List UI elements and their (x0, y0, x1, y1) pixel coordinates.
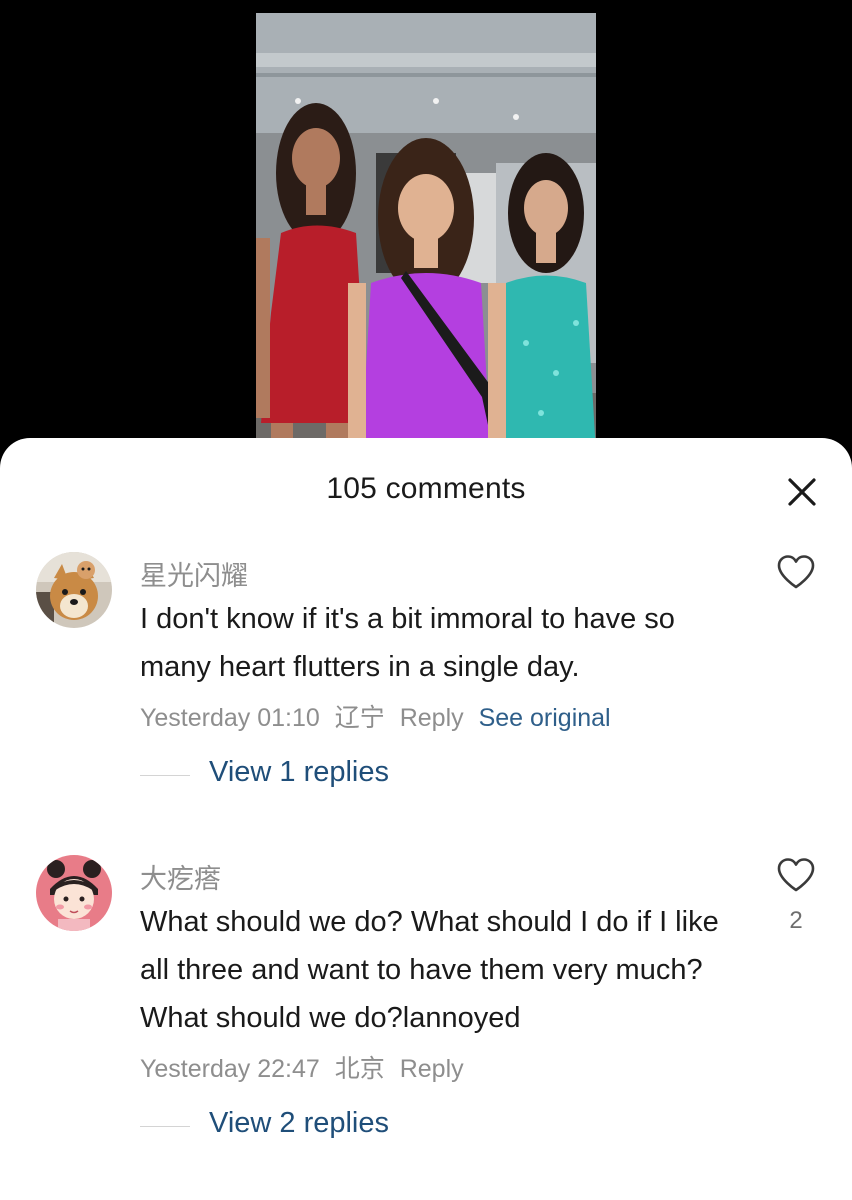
reply-button[interactable]: Reply (400, 1055, 464, 1083)
comment-meta: Yesterday 22:47 北京 Reply (140, 1049, 472, 1085)
comments-sheet: 105 comments 星光闪耀 I don't know if it's a… (0, 438, 852, 1200)
heart-icon[interactable] (776, 554, 816, 590)
comment-username[interactable]: 星光闪耀 (140, 554, 248, 593)
comment-location: 辽宁 (334, 704, 385, 732)
comment-text: I don't know if it's a bit immoral to ha… (140, 603, 675, 683)
cartoon-girl-avatar[interactable] (36, 855, 112, 931)
dog-avatar[interactable] (36, 552, 112, 628)
comments-count-title: 105 comments (326, 472, 526, 505)
comment-time: Yesterday 22:47 (140, 1055, 320, 1083)
comment-location: 北京 (334, 1055, 385, 1083)
video-preview[interactable] (256, 13, 596, 453)
comment-meta: Yesterday 01:10 辽宁 Reply See original (140, 698, 619, 734)
view-replies-link[interactable]: View 2 replies (209, 1107, 389, 1140)
reply-button[interactable]: Reply (400, 704, 464, 732)
view-replies-link[interactable]: View 1 replies (209, 756, 389, 789)
video-image (256, 13, 596, 453)
replies-divider (140, 1126, 190, 1127)
see-original-link[interactable]: See original (479, 704, 611, 732)
comment-time: Yesterday 01:10 (140, 704, 320, 732)
close-icon[interactable] (784, 474, 820, 510)
comment-text: What should we do? What should I do if I… (140, 906, 719, 1034)
replies-divider (140, 775, 190, 776)
heart-icon[interactable] (776, 857, 816, 893)
like-count: 2 (789, 907, 803, 934)
comment-username[interactable]: 大疙瘩 (140, 857, 221, 896)
screen: 105 comments 星光闪耀 I don't know if it's a… (0, 0, 852, 1200)
